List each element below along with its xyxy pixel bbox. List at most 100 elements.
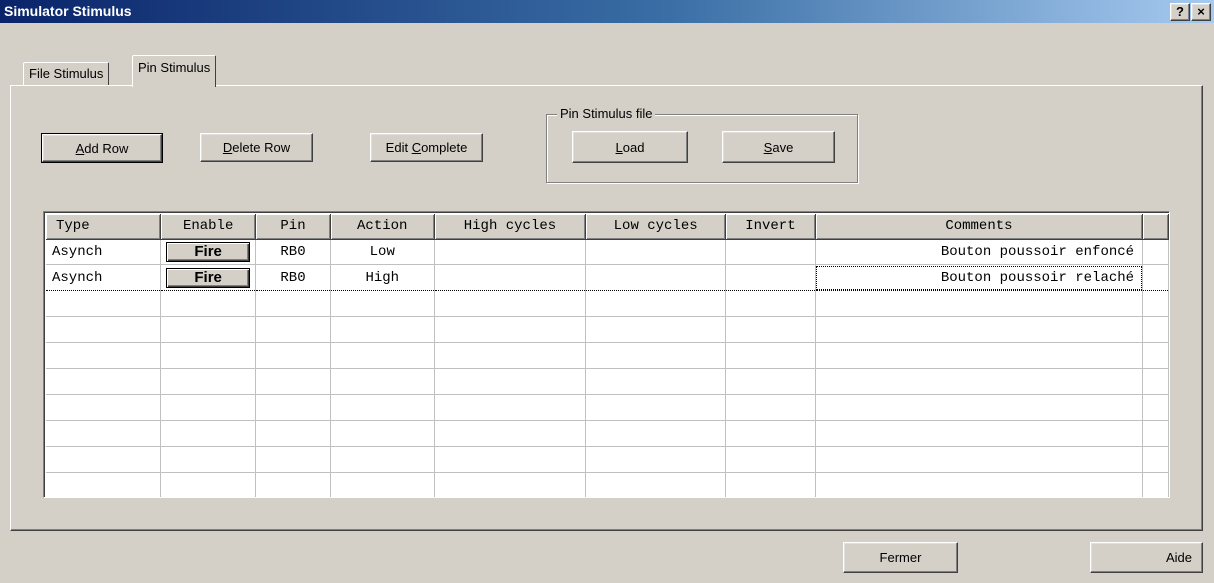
cell-comments[interactable]: Bouton poussoir relaché xyxy=(815,264,1144,292)
help-button[interactable]: ? xyxy=(1170,3,1190,21)
empty-cell[interactable] xyxy=(255,368,331,395)
cell-comments[interactable]: Bouton poussoir enfoncé xyxy=(815,239,1144,266)
cell-invert[interactable] xyxy=(725,264,816,292)
cell-low-cycles[interactable] xyxy=(585,264,726,292)
empty-cell[interactable] xyxy=(255,290,331,318)
edit-complete-button[interactable]: Edit Complete xyxy=(370,133,483,162)
empty-cell[interactable] xyxy=(585,368,726,395)
empty-cell[interactable] xyxy=(46,394,162,421)
empty-cell[interactable] xyxy=(815,290,1144,318)
empty-cell[interactable] xyxy=(815,342,1144,369)
empty-cell[interactable] xyxy=(725,394,816,421)
empty-cell[interactable] xyxy=(815,472,1144,497)
empty-table-row[interactable] xyxy=(46,316,1169,344)
cell-low-cycles[interactable] xyxy=(585,239,726,266)
empty-cell[interactable] xyxy=(46,368,162,395)
empty-cell[interactable] xyxy=(725,316,816,344)
empty-table-row[interactable] xyxy=(46,394,1169,421)
empty-cell[interactable] xyxy=(434,290,587,318)
cell-pin[interactable]: RB0 xyxy=(255,264,331,292)
empty-cell[interactable] xyxy=(330,342,435,369)
empty-cell[interactable] xyxy=(330,394,435,421)
empty-cell[interactable] xyxy=(434,420,587,447)
empty-cell[interactable] xyxy=(46,342,162,369)
stimulus-grid[interactable]: Type Enable Pin Action High cycles Low c… xyxy=(43,211,1170,498)
fermer-button[interactable]: Fermer xyxy=(843,542,958,573)
empty-table-row[interactable] xyxy=(46,368,1169,395)
empty-cell[interactable] xyxy=(815,420,1144,447)
empty-cell[interactable] xyxy=(255,472,331,497)
empty-cell[interactable] xyxy=(725,420,816,447)
load-button[interactable]: Load xyxy=(572,131,688,163)
delete-row-button[interactable]: Delete Row xyxy=(200,133,313,162)
col-header-low-cycles[interactable]: Low cycles xyxy=(585,214,726,240)
title-bar[interactable]: Simulator Stimulus ? × xyxy=(0,0,1214,23)
cell-type[interactable]: Asynch xyxy=(46,239,162,266)
empty-cell[interactable] xyxy=(160,342,257,369)
empty-cell[interactable] xyxy=(434,394,587,421)
empty-cell[interactable] xyxy=(46,316,162,344)
empty-cell[interactable] xyxy=(815,316,1144,344)
empty-cell[interactable] xyxy=(46,420,162,447)
empty-cell[interactable] xyxy=(330,290,435,318)
col-header-high-cycles[interactable]: High cycles xyxy=(434,214,587,240)
fire-button[interactable]: Fire xyxy=(166,241,251,262)
empty-cell[interactable] xyxy=(160,290,257,318)
col-header-enable[interactable]: Enable xyxy=(160,214,257,240)
empty-cell[interactable] xyxy=(725,472,816,497)
empty-cell[interactable] xyxy=(585,394,726,421)
aide-button[interactable]: Aide xyxy=(1090,542,1203,573)
empty-table-row[interactable] xyxy=(46,290,1169,318)
cell-high-cycles[interactable] xyxy=(434,239,587,266)
empty-table-row[interactable] xyxy=(46,342,1169,369)
empty-cell[interactable] xyxy=(725,368,816,395)
col-header-pin[interactable]: Pin xyxy=(255,214,331,240)
empty-cell[interactable] xyxy=(725,446,816,473)
empty-cell[interactable] xyxy=(160,394,257,421)
empty-table-row[interactable] xyxy=(46,472,1169,497)
cell-enable[interactable]: Fire xyxy=(160,264,257,292)
empty-cell[interactable] xyxy=(585,342,726,369)
empty-cell[interactable] xyxy=(330,420,435,447)
empty-cell[interactable] xyxy=(255,420,331,447)
close-window-button[interactable]: × xyxy=(1191,3,1211,21)
empty-cell[interactable] xyxy=(330,446,435,473)
col-header-invert[interactable]: Invert xyxy=(725,214,816,240)
cell-type[interactable]: Asynch xyxy=(46,264,162,292)
cell-invert[interactable] xyxy=(725,239,816,266)
empty-cell[interactable] xyxy=(434,316,587,344)
empty-cell[interactable] xyxy=(815,394,1144,421)
empty-cell[interactable] xyxy=(434,446,587,473)
cell-high-cycles[interactable] xyxy=(434,264,587,292)
cell-action[interactable]: High xyxy=(330,264,435,292)
empty-cell[interactable] xyxy=(46,446,162,473)
empty-cell[interactable] xyxy=(585,446,726,473)
empty-cell[interactable] xyxy=(434,368,587,395)
empty-cell[interactable] xyxy=(815,368,1144,395)
empty-cell[interactable] xyxy=(434,342,587,369)
empty-cell[interactable] xyxy=(160,472,257,497)
empty-cell[interactable] xyxy=(255,316,331,344)
col-header-comments[interactable]: Comments xyxy=(815,214,1144,240)
empty-cell[interactable] xyxy=(255,446,331,473)
cell-action[interactable]: Low xyxy=(330,239,435,266)
cell-enable[interactable]: Fire xyxy=(160,239,257,266)
col-header-action[interactable]: Action xyxy=(330,214,435,240)
empty-cell[interactable] xyxy=(160,368,257,395)
empty-cell[interactable] xyxy=(585,472,726,497)
tab-file-stimulus[interactable]: File Stimulus xyxy=(23,62,110,86)
table-row[interactable]: Asynch Fire RB0 Low Bouton poussoir enfo… xyxy=(46,239,1169,266)
empty-cell[interactable] xyxy=(330,368,435,395)
empty-cell[interactable] xyxy=(160,446,257,473)
empty-cell[interactable] xyxy=(434,472,587,497)
empty-cell[interactable] xyxy=(330,316,435,344)
empty-cell[interactable] xyxy=(725,290,816,318)
fire-button[interactable]: Fire xyxy=(166,267,251,288)
empty-cell[interactable] xyxy=(160,420,257,447)
empty-cell[interactable] xyxy=(585,290,726,318)
empty-cell[interactable] xyxy=(330,472,435,497)
save-button[interactable]: Save xyxy=(722,131,835,163)
tab-pin-stimulus[interactable]: Pin Stimulus xyxy=(132,55,217,87)
add-row-button[interactable]: Add Row xyxy=(41,133,163,163)
empty-table-row[interactable] xyxy=(46,420,1169,447)
